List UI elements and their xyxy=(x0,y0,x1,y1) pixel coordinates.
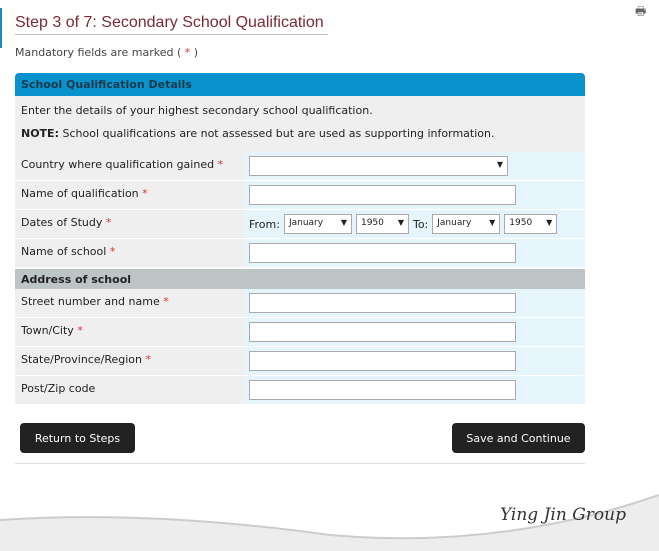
print-icon[interactable]: 🖶 xyxy=(635,2,646,23)
row-town: Town/City * xyxy=(15,318,585,347)
row-qualification: Name of qualification * xyxy=(15,181,585,210)
to-year-select[interactable]: 1950 ▼ xyxy=(504,214,558,234)
save-continue-button[interactable]: Save and Continue xyxy=(452,423,585,453)
divider xyxy=(15,463,585,464)
town-input[interactable] xyxy=(249,322,516,342)
panel-header: School Qualification Details xyxy=(15,73,585,96)
brand-watermark: Ying Jin Group xyxy=(500,505,626,525)
school-input[interactable] xyxy=(249,243,516,263)
mandatory-note: Mandatory fields are marked ( * ) xyxy=(15,46,199,59)
row-post: Post/Zip code xyxy=(15,376,585,405)
return-to-steps-button[interactable]: Return to Steps xyxy=(20,423,135,453)
address-header: Address of school xyxy=(15,269,585,289)
street-input[interactable] xyxy=(249,293,516,313)
row-state: State/Province/Region * xyxy=(15,347,585,376)
row-school: Name of school * xyxy=(15,239,585,268)
state-input[interactable] xyxy=(249,351,516,371)
chevron-down-icon: ▼ xyxy=(496,160,503,169)
left-accent xyxy=(0,8,2,48)
from-month-select[interactable]: January ▼ xyxy=(283,214,352,234)
qualification-input[interactable] xyxy=(249,185,516,205)
page-title: Step 3 of 7: Secondary School Qualificat… xyxy=(15,14,328,35)
to-month-select[interactable]: January ▼ xyxy=(432,214,501,234)
from-year-select[interactable]: 1950 ▼ xyxy=(355,214,409,234)
panel-intro: Enter the details of your highest second… xyxy=(15,96,585,152)
row-country: Country where qualification gained * ▼ xyxy=(15,152,585,181)
country-select[interactable]: ▼ xyxy=(249,156,508,176)
qualification-panel: School Qualification Details Enter the d… xyxy=(15,73,585,405)
row-street: Street number and name * xyxy=(15,289,585,318)
post-input[interactable] xyxy=(249,380,516,400)
row-dates: Dates of Study * From: January ▼ 1950 ▼ To… xyxy=(15,210,585,239)
